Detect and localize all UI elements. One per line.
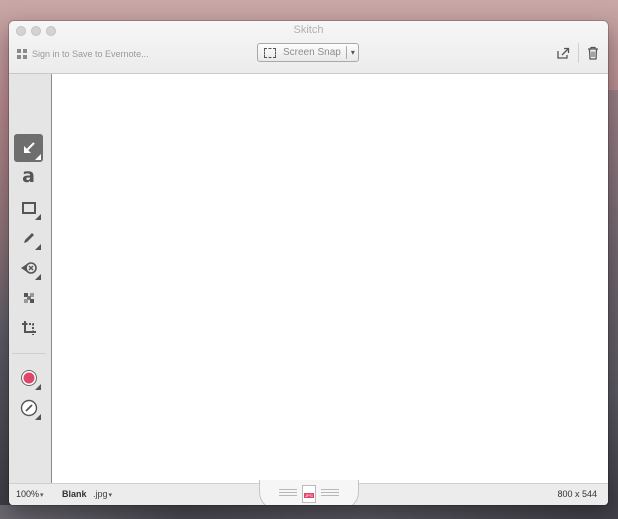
- format-dropdown[interactable]: .jpg▾: [93, 489, 112, 499]
- evernote-signin-link[interactable]: Sign in to Save to Evernote...: [17, 47, 149, 61]
- drag-grip-icon: [279, 489, 297, 498]
- tool-options-corner: [35, 244, 41, 250]
- zoom-level: 100%: [16, 489, 40, 499]
- crop-icon: [21, 321, 36, 335]
- stamp-tool[interactable]: [14, 254, 43, 282]
- file-name[interactable]: Blank: [62, 489, 87, 499]
- tools-sidebar: a: [9, 74, 52, 483]
- pixelate-icon: [23, 293, 34, 303]
- text-tool[interactable]: a: [14, 164, 43, 192]
- drawing-canvas[interactable]: [52, 74, 608, 483]
- marquee-icon: [264, 47, 276, 58]
- zoom-dropdown[interactable]: 100%▾: [16, 489, 44, 499]
- color-picker-tool[interactable]: [14, 364, 43, 392]
- snap-divider: [345, 46, 347, 59]
- tool-options-corner: [35, 214, 41, 220]
- pen-tool[interactable]: [14, 224, 43, 252]
- screen-snap-button[interactable]: Screen Snap ▾: [257, 43, 359, 62]
- file-type-badge: JPG: [304, 493, 314, 498]
- drag-grip-icon: [321, 489, 339, 498]
- share-icon[interactable]: [556, 46, 570, 60]
- rectangle-tool[interactable]: [14, 194, 43, 222]
- pixelate-tool[interactable]: [14, 284, 43, 312]
- signin-label: Sign in to Save to Evernote...: [32, 49, 149, 59]
- snap-options-caret-icon[interactable]: ▾: [351, 48, 355, 57]
- file-icon: JPG: [302, 485, 316, 503]
- grid-icon: [17, 49, 27, 59]
- image-dimensions: 800 x 544: [557, 489, 597, 499]
- crop-tool[interactable]: [14, 314, 43, 342]
- tool-options-corner: [35, 154, 41, 160]
- skitch-window: Skitch Sign in to Save to Evernote... Sc…: [9, 21, 608, 505]
- drag-export-handle[interactable]: JPG: [259, 480, 359, 505]
- screen-snap-label: Screen Snap: [283, 47, 341, 58]
- toolbar-divider: [12, 353, 46, 354]
- chevron-down-icon: ▾: [108, 492, 113, 499]
- text-icon: a: [22, 164, 35, 187]
- chevron-down-icon: ▾: [40, 492, 44, 499]
- arrow-tool[interactable]: [14, 134, 43, 162]
- tool-options-corner: [35, 274, 41, 280]
- desktop-wallpaper-bottom: [0, 505, 618, 519]
- line-width-tool[interactable]: [14, 394, 43, 422]
- window-title: Skitch: [293, 24, 324, 36]
- toolbar-divider: [578, 43, 579, 63]
- rectangle-icon: [21, 202, 36, 214]
- tool-options-corner: [35, 414, 41, 420]
- format-label: .jpg: [93, 489, 108, 499]
- stamp-icon: [20, 262, 37, 274]
- trash-icon[interactable]: [587, 46, 599, 60]
- tool-options-corner: [35, 384, 41, 390]
- title-bar[interactable]: Skitch Sign in to Save to Evernote... Sc…: [9, 21, 608, 74]
